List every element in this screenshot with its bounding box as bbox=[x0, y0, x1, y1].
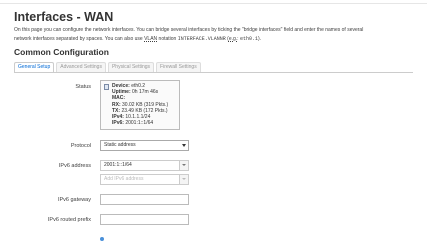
description-text: notation bbox=[157, 35, 178, 42]
top-bar bbox=[0, 0, 427, 6]
description-text: ). bbox=[257, 35, 262, 42]
status-ipv6-row: IPv6: 2001:1::1/64 bbox=[112, 120, 154, 127]
description-line-1: On this page you can configure the netwo… bbox=[14, 27, 364, 33]
status-label: Status bbox=[75, 84, 91, 90]
tab-advanced-settings[interactable]: Advanced Settings bbox=[56, 62, 106, 72]
chevron-down-icon[interactable] bbox=[179, 175, 188, 184]
ipv6-address-value: 2001:1::1/64 bbox=[104, 162, 132, 168]
page-description: On this page you can configure the netwo… bbox=[14, 26, 414, 43]
protocol-select[interactable]: Static address bbox=[100, 140, 189, 151]
radio-icon[interactable] bbox=[100, 236, 104, 241]
ethernet-port-icon bbox=[104, 84, 109, 90]
eg-abbr: e.g. bbox=[228, 35, 238, 42]
ipv6-gateway-input[interactable] bbox=[100, 194, 189, 205]
ipv6-address-placeholder: Add IPv6 address bbox=[104, 176, 144, 182]
eg-code: eth0.1 bbox=[239, 35, 258, 42]
ipv6-gateway-label: IPv6 gateway bbox=[57, 197, 91, 203]
tab-firewall-settings[interactable]: Firewall Settings bbox=[156, 62, 201, 72]
ipv6-address-label: IPv6 address bbox=[58, 163, 91, 169]
ipv6-address-field[interactable]: 2001:1::1/64 bbox=[100, 160, 189, 171]
page-title: Interfaces - WAN bbox=[14, 10, 114, 24]
chevron-down-icon bbox=[182, 144, 186, 147]
tab-divider bbox=[14, 72, 413, 73]
chevron-down-icon[interactable] bbox=[179, 161, 188, 170]
ipv6-routed-prefix-label: IPv6 routed prefix bbox=[47, 217, 91, 223]
vlan-abbr: VLAN bbox=[144, 35, 158, 42]
bottom-option-row bbox=[100, 236, 107, 242]
section-title: Common Configuration bbox=[14, 47, 109, 57]
description-line-2: network interfaces separated by spaces. … bbox=[14, 35, 145, 42]
ipv6-address-add-field[interactable]: Add IPv6 address bbox=[100, 174, 189, 185]
tab-general-setup[interactable]: General Setup bbox=[14, 62, 55, 72]
protocol-value: Static address bbox=[104, 142, 136, 148]
protocol-label: Protocol bbox=[70, 143, 91, 149]
vlan-code: INTERFACE.VLANNR bbox=[177, 35, 226, 42]
ipv6-routed-prefix-input[interactable] bbox=[100, 214, 189, 225]
status-box: Device: eth0.2 Uptime: 0h 17m 46s MAC: R… bbox=[100, 80, 180, 130]
tab-physical-settings[interactable]: Physical Settings bbox=[107, 62, 155, 72]
